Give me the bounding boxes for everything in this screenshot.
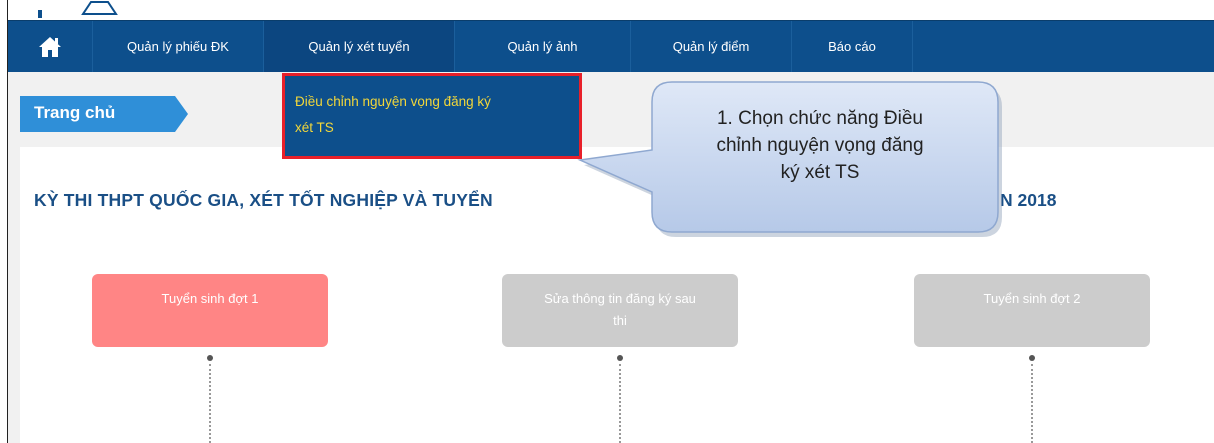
nav-item-registration[interactable]: Quản lý phiếu ĐK [93, 21, 264, 73]
app-frame: Quản lý phiếu ĐK Quản lý xét tuyển Quản … [7, 0, 1214, 443]
menu-item-adjust-aspiration[interactable]: Điều chỉnh nguyện vọng đăng ký [295, 89, 565, 115]
menu-item-adjust-aspiration-cont[interactable]: xét TS [295, 115, 565, 141]
step-label-line1: Sửa thông tin đăng ký sau [544, 291, 696, 306]
step-admission-round-1[interactable]: Tuyển sinh đợt 1 [92, 274, 328, 347]
connector-line [619, 364, 621, 443]
callout-text: 1. Chọn chức năng Điều chỉnh nguyện vọng… [655, 105, 985, 186]
callout-line: ký xét TS [780, 162, 860, 183]
nav-item-reports[interactable]: Báo cáo [792, 21, 913, 73]
step-admission-round-2[interactable]: Tuyển sinh đợt 2 [914, 274, 1150, 347]
step-label: Tuyển sinh đợt 2 [983, 291, 1081, 306]
page-title: KỲ THI THPT QUỐC GIA, XÉT TỐT NGHIỆP VÀ … [34, 190, 493, 210]
step-edit-registration[interactable]: Sửa thông tin đăng ký sau thi [502, 274, 738, 347]
connector-line [1031, 364, 1033, 443]
step-label-line2: thi [613, 313, 627, 328]
main-navbar: Quản lý phiếu ĐK Quản lý xét tuyển Quản … [8, 20, 1214, 73]
admission-dropdown-menu: Điều chỉnh nguyện vọng đăng ký xét TS [282, 73, 582, 159]
breadcrumb-label: Trang chủ [34, 103, 116, 122]
home-button[interactable] [8, 21, 93, 73]
breadcrumb[interactable]: Trang chủ [20, 96, 190, 132]
top-strip [8, 0, 1214, 20]
home-icon [39, 37, 61, 57]
nav-item-scores[interactable]: Quản lý điểm [631, 21, 792, 73]
connector-dot [1029, 355, 1035, 361]
connector-dot [207, 355, 213, 361]
page-title-tail: N 2018 [1000, 190, 1057, 210]
connector-line [209, 364, 211, 443]
nav-item-photos[interactable]: Quản lý ảnh [455, 21, 631, 73]
step-label: Tuyển sinh đợt 1 [161, 291, 259, 306]
nav-item-admission[interactable]: Quản lý xét tuyển [264, 21, 455, 73]
callout-line: 1. Chọn chức năng Điều [716, 108, 923, 129]
connector-dot [617, 355, 623, 361]
logo-icon [38, 0, 118, 18]
callout-line: chỉnh nguyện vọng đăng [716, 135, 924, 156]
